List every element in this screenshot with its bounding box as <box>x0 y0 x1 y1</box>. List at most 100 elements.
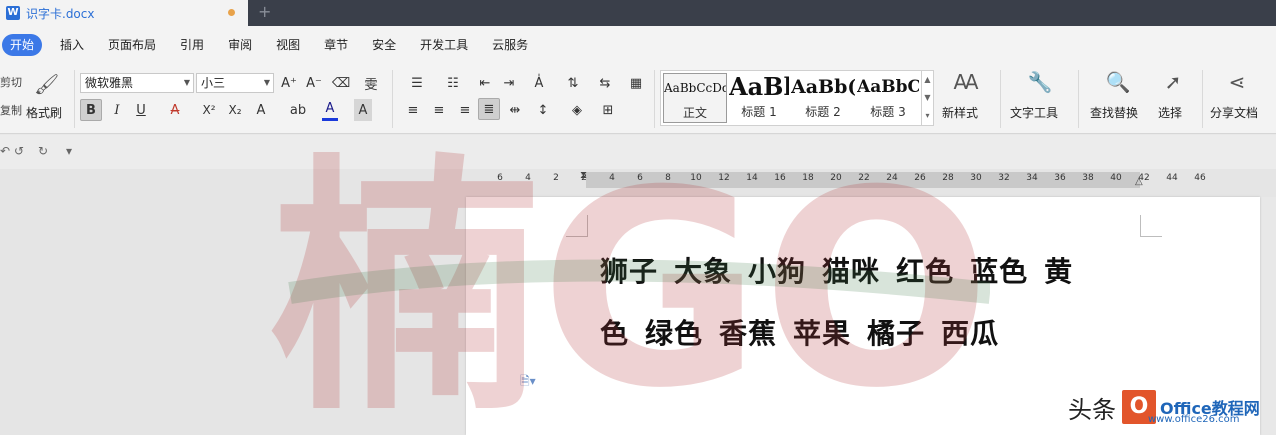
document-word[interactable]: 绿色 <box>645 317 703 350</box>
brand-overlay: 头条 O Office教程网 www.office26.com <box>1068 384 1260 430</box>
show-marks-icon[interactable]: ⇆ <box>594 74 616 92</box>
font-size-select[interactable]: 小三 ▼ <box>196 73 274 93</box>
format-painter-button[interactable]: 格式刷 <box>26 104 62 121</box>
document-line-2: 色绿色 香蕉 苹果 橘子 西瓜 <box>600 312 1015 352</box>
ruler-tick-label: 38 <box>1082 173 1094 183</box>
document-word[interactable]: 红色 <box>896 255 954 288</box>
ruler-tick-label: 2 <box>553 173 559 183</box>
style-item-3[interactable]: AaBbC 标题 3 <box>857 73 919 123</box>
document-word[interactable]: 西瓜 <box>941 317 999 350</box>
numbered-list-icon[interactable]: ☷ <box>440 74 466 92</box>
quick-access-bar <box>0 135 1276 169</box>
style-item-0[interactable]: AaBbCcDd 正文 <box>663 73 727 123</box>
text-tools-button[interactable]: 文字工具 <box>1010 104 1058 121</box>
highlight-button[interactable]: ab <box>288 99 308 121</box>
char-shading-button[interactable]: A <box>354 99 372 121</box>
align-center-icon[interactable]: ≡ <box>430 100 448 120</box>
document-word[interactable]: 小狗 <box>748 255 806 288</box>
new-style-button[interactable]: 新样式 <box>942 104 978 121</box>
font-color-button[interactable]: A <box>322 99 338 121</box>
document-word[interactable]: 色 <box>600 317 629 350</box>
strikethrough-button[interactable]: A <box>166 99 184 121</box>
bullet-list-icon[interactable]: ☰ <box>404 74 430 92</box>
clear-format-button[interactable]: ⌫ <box>332 73 350 93</box>
font-family-select[interactable]: 微软雅黑 ▼ <box>80 73 194 93</box>
document-word[interactable]: 狮子 <box>600 255 658 288</box>
menu-item-9[interactable]: 云服务 <box>480 34 540 56</box>
document-word[interactable]: 苹果 <box>793 317 851 350</box>
cut-button[interactable]: 剪切 <box>0 74 22 90</box>
style-item-1[interactable]: AaBl 标题 1 <box>729 73 789 123</box>
shading-fill-icon[interactable]: ◈ <box>566 100 588 120</box>
font-family-value: 微软雅黑 <box>85 76 134 90</box>
ruler-tick-label: 34 <box>1026 173 1038 183</box>
menu-item-5[interactable]: 视图 <box>264 34 312 56</box>
style-name: 标题 2 <box>805 105 841 119</box>
superscript-button[interactable]: X² <box>198 99 220 121</box>
gallery-scroll[interactable]: ▲ ▼ ▾ <box>921 71 933 125</box>
document-tab[interactable]: W 识字卡.docx <box>0 0 248 26</box>
ruler-tick-label: 6 <box>637 173 643 183</box>
bold-button[interactable]: B <box>80 99 102 121</box>
align-left-icon[interactable]: ≡ <box>404 100 422 120</box>
justify-icon[interactable]: ≣ <box>478 98 500 120</box>
grow-font-button[interactable]: A⁺ <box>280 73 298 93</box>
ribbon-separator <box>654 70 655 128</box>
ruler-tick-label: 32 <box>998 173 1010 183</box>
left-indent-marker-icon[interactable]: ⧗ <box>580 170 587 181</box>
phonetic-guide-button[interactable]: 雯 <box>360 73 382 93</box>
document-word[interactable]: 黄 <box>1044 255 1073 288</box>
word-doc-icon: W <box>6 6 20 20</box>
search-icon: 🔍 <box>1105 70 1131 94</box>
menu-item-8[interactable]: 开发工具 <box>408 34 480 56</box>
ribbon-separator <box>392 70 393 128</box>
menu-item-4[interactable]: 审阅 <box>216 34 264 56</box>
ruler-tick-label: 22 <box>858 173 870 183</box>
menu-item-1[interactable]: 插入 <box>48 34 96 56</box>
increase-indent-icon[interactable]: ⇥ <box>500 74 518 92</box>
ribbon-separator <box>1078 70 1079 128</box>
find-replace-button[interactable]: 查找替换 <box>1090 104 1138 121</box>
sort-icon[interactable]: ⇅ <box>564 74 582 92</box>
line-spacing-icon[interactable]: ↕ <box>532 100 554 120</box>
document-word[interactable]: 大象 <box>674 255 732 288</box>
customize-chevron-icon[interactable]: ▾ <box>66 144 72 158</box>
italic-button[interactable]: I <box>108 99 126 121</box>
redo-icon[interactable]: ↻ <box>38 144 48 158</box>
new-tab-button[interactable]: + <box>258 2 271 21</box>
menu-item-7[interactable]: 安全 <box>360 34 408 56</box>
subscript-button[interactable]: X₂ <box>224 99 246 121</box>
right-indent-marker-icon[interactable]: △ <box>1135 176 1143 187</box>
document-word[interactable]: 猫咪 <box>822 255 880 288</box>
style-name: 正文 <box>682 106 707 120</box>
document-word[interactable]: 橘子 <box>867 317 925 350</box>
table-border-icon[interactable]: ▦ <box>626 74 646 92</box>
menu-item-3[interactable]: 引用 <box>168 34 216 56</box>
ribbon-separator <box>74 70 75 128</box>
document-word[interactable]: 香蕉 <box>719 317 777 350</box>
underline-button[interactable]: U <box>132 99 150 121</box>
style-item-2[interactable]: AaBb(标题 2 <box>791 73 855 123</box>
menu-item-0[interactable]: 开始 <box>2 34 43 56</box>
title-bar: W 识字卡.docx + <box>0 0 1276 26</box>
text-effect-button[interactable]: A <box>252 99 270 121</box>
share-document-button[interactable]: 分享文档 <box>1210 104 1258 121</box>
copy-button[interactable]: 复制 <box>0 102 22 118</box>
menu-item-2[interactable]: 页面布局 <box>96 34 168 56</box>
share-icon: ⋖ <box>1228 70 1246 94</box>
menu-item-6[interactable]: 章节 <box>312 34 360 56</box>
decrease-indent-icon[interactable]: ⇤ <box>476 74 494 92</box>
select-button[interactable]: 选择 <box>1158 104 1182 121</box>
asian-layout-icon[interactable]: A̍ <box>528 74 550 92</box>
document-word[interactable]: 蓝色 <box>970 255 1028 288</box>
undo-icon[interactable]: ↺ <box>14 144 24 158</box>
ruler-tick-label: 46 <box>1194 173 1206 183</box>
shrink-font-button[interactable]: A⁻ <box>305 73 323 93</box>
align-right-icon[interactable]: ≡ <box>456 100 474 120</box>
print-preview-icon[interactable]: ↶ <box>0 144 10 158</box>
ruler-tick-label: 12 <box>718 173 730 183</box>
border-icon[interactable]: ⊞ <box>598 100 618 120</box>
paragraph-options-icon[interactable]: 🗎▾ <box>520 372 536 393</box>
ruler-tick-label: 16 <box>774 173 786 183</box>
distribute-icon[interactable]: ⇹ <box>506 100 524 120</box>
